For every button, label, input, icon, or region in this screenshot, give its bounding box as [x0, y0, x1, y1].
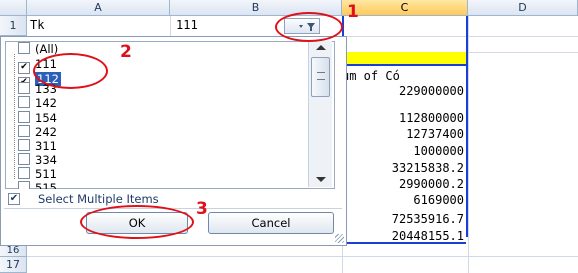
column-header-d[interactable]: D: [468, 0, 578, 16]
value-cell[interactable]: 1000000: [342, 143, 466, 159]
filter-item-154[interactable]: 154: [18, 111, 57, 126]
cell-b1[interactable]: 111: [176, 18, 198, 32]
checkbox[interactable]: [18, 139, 30, 151]
resize-grip-icon[interactable]: [335, 234, 344, 243]
filter-item-515[interactable]: 515: [18, 181, 57, 189]
gridline: [0, 256, 578, 257]
value-cell[interactable]: 6169000: [342, 192, 466, 208]
row-header-16[interactable]: 16: [0, 246, 27, 257]
scroll-up-arrow-icon[interactable]: [316, 45, 326, 50]
scroll-down-arrow-icon[interactable]: [316, 177, 326, 182]
checkbox[interactable]: [18, 42, 30, 54]
checkbox[interactable]: [18, 153, 30, 165]
annotation-label-1: 1: [347, 2, 359, 22]
select-multiple-items-checkbox[interactable]: ✔: [8, 193, 20, 205]
checkbox[interactable]: [18, 125, 30, 137]
select-all-corner[interactable]: [0, 0, 27, 16]
row-header-1[interactable]: 1: [0, 16, 27, 36]
checkbox[interactable]: [18, 82, 30, 94]
filter-item-label: 511: [35, 167, 57, 181]
value-cell[interactable]: 229000000: [342, 83, 466, 99]
value-cell[interactable]: 72535916.7: [342, 211, 466, 227]
filter-item-label: 311: [35, 139, 57, 153]
annotation-label-2: 2: [120, 42, 132, 62]
row-header-17[interactable]: 17: [0, 257, 27, 273]
filter-list-scrollbar[interactable]: [308, 41, 332, 187]
filter-item-label: 515: [35, 181, 57, 189]
thumb-grip-icon: [317, 72, 325, 80]
filter-item-label: 142: [35, 96, 57, 110]
gridline: [170, 16, 171, 36]
filter-item-label: 242: [35, 125, 57, 139]
value-cell[interactable]: 12737400: [342, 126, 466, 142]
annotation-ellipse-ok-button: [80, 205, 194, 239]
filter-item-334[interactable]: 334: [18, 153, 57, 168]
column-header-a[interactable]: A: [27, 0, 170, 16]
select-multiple-items-label[interactable]: Select Multiple Items: [38, 192, 159, 206]
scrollbar-thumb[interactable]: [311, 57, 330, 97]
checkbox[interactable]: [18, 111, 30, 123]
column-header-c[interactable]: C: [342, 0, 468, 16]
highlighted-cell[interactable]: [344, 52, 466, 66]
cancel-button[interactable]: Cancel: [208, 212, 334, 234]
annotation-ellipse-checked-items: [33, 53, 108, 89]
value-cell[interactable]: 2990000.2: [342, 176, 466, 192]
filter-item-label: 334: [35, 153, 57, 167]
checkbox[interactable]: [18, 181, 30, 189]
filter-item-label: 154: [35, 111, 57, 125]
filter-item-511[interactable]: 511: [18, 167, 57, 182]
cell-a1[interactable]: Tk: [30, 18, 44, 32]
value-cell[interactable]: 20448155.1: [342, 228, 466, 244]
value-cell[interactable]: 33215838.2: [342, 160, 466, 176]
filter-item-311[interactable]: 311: [18, 139, 57, 154]
filter-item-242[interactable]: 242: [18, 125, 57, 140]
checkbox[interactable]: [18, 167, 30, 179]
gridline: [468, 16, 469, 273]
filter-item-142[interactable]: 142: [18, 96, 57, 111]
annotation-ellipse-filter-button: [275, 12, 343, 42]
annotation-label-3: 3: [196, 199, 208, 219]
value-cell[interactable]: 112800000: [342, 110, 466, 126]
checkbox[interactable]: [18, 96, 30, 108]
sum-header-cell[interactable]: um of Có: [342, 69, 400, 83]
